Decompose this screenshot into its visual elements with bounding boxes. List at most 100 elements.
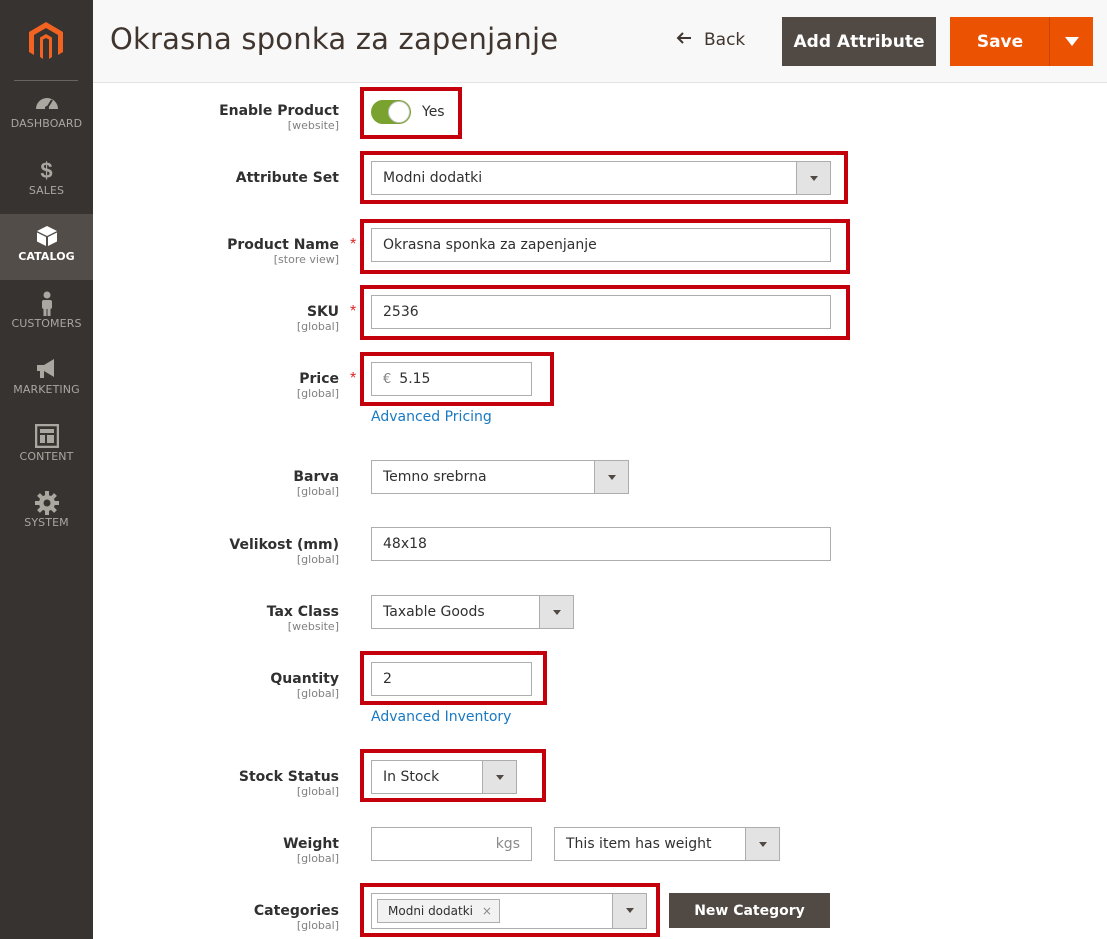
required-asterisk: * [350, 370, 357, 387]
price-title: Price [299, 371, 339, 387]
nav-sales-label: SALES [28, 184, 65, 197]
tax-class-label: Tax Class [website] [267, 604, 339, 634]
velikost-scope: [global] [296, 553, 339, 566]
megaphone-icon [0, 357, 93, 383]
dropdown-arrow-icon [539, 596, 573, 628]
admin-sidebar: DASHBOARD $ SALES CATALOG CUSTOMERS MARK… [0, 0, 93, 939]
categories-label: Categories [global] [254, 903, 339, 933]
advanced-pricing-link[interactable]: Advanced Pricing [371, 409, 492, 425]
back-button[interactable]: Back [676, 30, 745, 50]
velikost-label: Velikost (mm) [global] [229, 537, 339, 567]
toggle-knob [388, 101, 410, 123]
price-scope: [global] [296, 387, 339, 400]
layout-icon [0, 424, 93, 450]
dropdown-arrow-icon [482, 761, 516, 793]
tax-class-select[interactable]: Taxable Goods [371, 595, 574, 629]
stock-status-title: Stock Status [238, 769, 339, 785]
quantity-input[interactable]: 2 [371, 662, 532, 696]
product-name-title: Product Name [227, 237, 339, 253]
product-name-label: Product Name [store view] [227, 237, 339, 267]
weight-unit: kgs [495, 836, 520, 852]
enable-product-value: Yes [422, 104, 445, 120]
dropdown-arrow-icon [745, 828, 779, 860]
enable-product-label: Enable Product [website] [219, 103, 339, 133]
box-icon [0, 224, 93, 250]
attribute-set-label: Attribute Set [236, 170, 339, 186]
weight-scope: [global] [296, 852, 339, 865]
categories-scope: [global] [296, 919, 339, 932]
arrow-left-icon [676, 30, 692, 50]
quantity-label: Quantity [global] [270, 671, 339, 701]
sku-scope: [global] [296, 320, 339, 333]
price-input[interactable]: €5.15 [371, 362, 532, 396]
nav-catalog-label: CATALOG [18, 250, 75, 263]
required-asterisk: * [350, 236, 357, 253]
weight-label: Weight [global] [283, 836, 339, 866]
categories-title: Categories [253, 903, 339, 919]
magento-logo-icon[interactable] [25, 20, 67, 62]
tax-class-title: Tax Class [266, 604, 339, 620]
barva-select[interactable]: Temno srebrna [371, 460, 629, 494]
nav-marketing-label: MARKETING [13, 383, 80, 396]
dashboard-icon [0, 91, 93, 117]
nav-catalog[interactable]: CATALOG [0, 214, 93, 280]
save-options-toggle[interactable] [1049, 17, 1093, 66]
price-label: Price [global] [297, 371, 339, 401]
enable-product-title: Enable Product [219, 103, 339, 119]
quantity-scope: [global] [296, 687, 339, 700]
velikost-input[interactable]: 48x18 [371, 527, 831, 561]
nav-marketing[interactable]: MARKETING [0, 347, 93, 413]
stock-status-select[interactable]: In Stock [371, 760, 517, 794]
product-name-input[interactable]: Okrasna sponka za zapenjanje [371, 228, 831, 262]
tax-class-value: Taxable Goods [383, 604, 485, 620]
stock-status-value: In Stock [383, 769, 440, 785]
category-chip-label: Modni dodatki [388, 904, 473, 918]
stock-status-scope: [global] [296, 785, 339, 798]
page-title: Okrasna sponka za zapenjanje [110, 22, 559, 56]
gear-icon [0, 490, 93, 516]
back-label: Back [704, 30, 746, 50]
weight-option-value: This item has weight [566, 836, 712, 852]
weight-input[interactable]: kgs [371, 827, 532, 861]
enable-product-scope: [website] [287, 119, 339, 132]
nav-system-label: SYSTEM [24, 516, 69, 529]
nav-dashboard-label: DASHBOARD [10, 117, 83, 130]
barva-title: Barva [293, 469, 339, 485]
barva-scope: [global] [296, 485, 339, 498]
stock-status-label: Stock Status [global] [239, 769, 339, 799]
nav-content-label: CONTENT [19, 450, 74, 463]
dollar-icon: $ [40, 158, 53, 183]
barva-label: Barva [global] [293, 469, 339, 499]
required-asterisk: * [350, 303, 357, 320]
add-attribute-button[interactable]: Add Attribute [782, 17, 936, 66]
nav-customers-label: CUSTOMERS [11, 317, 82, 330]
dropdown-arrow-icon [594, 461, 628, 493]
save-button[interactable]: Save [950, 17, 1050, 66]
person-icon [0, 291, 93, 317]
product-name-scope: [store view] [273, 253, 339, 266]
barva-value: Temno srebrna [383, 469, 487, 485]
attribute-set-title: Attribute Set [235, 170, 339, 186]
nav-system[interactable]: SYSTEM [0, 480, 93, 546]
tax-class-scope: [website] [287, 620, 339, 633]
dropdown-arrow-icon [612, 894, 646, 928]
weight-option-select[interactable]: This item has weight [554, 827, 780, 861]
enable-product-toggle[interactable] [371, 100, 411, 124]
nav-dashboard[interactable]: DASHBOARD [0, 81, 93, 147]
attribute-set-select[interactable]: Modni dodatki [371, 161, 831, 195]
sku-input[interactable]: 2536 [371, 295, 831, 329]
nav-customers[interactable]: CUSTOMERS [0, 281, 93, 347]
price-value: 5.15 [399, 371, 431, 387]
weight-title: Weight [283, 836, 339, 852]
attribute-set-value: Modni dodatki [383, 170, 483, 186]
remove-chip-icon[interactable]: × [482, 900, 492, 922]
currency-symbol: € [383, 372, 392, 387]
nav-content[interactable]: CONTENT [0, 414, 93, 480]
dropdown-arrow-icon [796, 162, 830, 194]
page-header: Okrasna sponka za zapenjanje Back Add At… [93, 0, 1107, 83]
nav-sales[interactable]: $ SALES [0, 148, 93, 214]
advanced-inventory-link[interactable]: Advanced Inventory [371, 709, 511, 725]
sku-label: SKU [global] [297, 304, 339, 334]
velikost-title: Velikost (mm) [229, 537, 339, 553]
new-category-button[interactable]: New Category [669, 893, 830, 928]
